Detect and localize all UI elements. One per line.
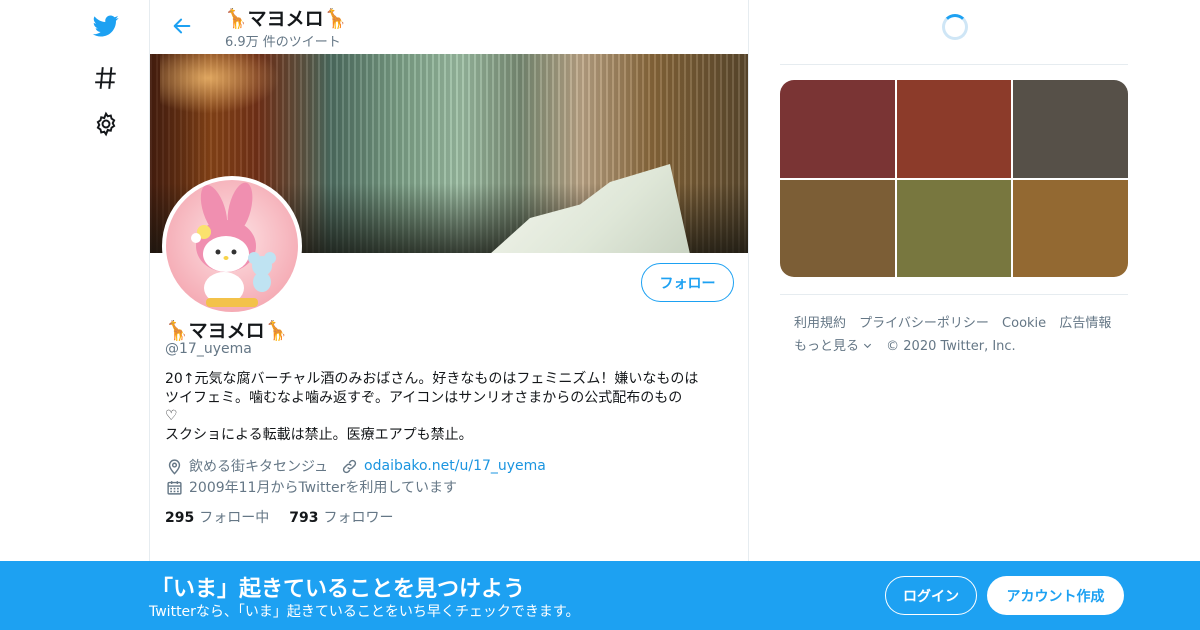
avatar-image bbox=[166, 180, 298, 312]
header-display-name: 🦒マヨメロ🦒 bbox=[224, 8, 348, 30]
signup-banner-title: 「いま」起きていることを見つけよう bbox=[151, 577, 526, 602]
footer-link-cookie[interactable]: Cookie bbox=[1002, 316, 1046, 331]
back-button[interactable] bbox=[168, 12, 196, 40]
right-sidebar: 利用規約 プライバシーポリシー Cookie 広告情報 もっと見る © 2020… bbox=[780, 0, 1128, 560]
login-button[interactable]: ログイン bbox=[885, 576, 977, 615]
followers-label: フォロワー bbox=[323, 510, 394, 526]
banner-light bbox=[160, 54, 280, 114]
signup-banner-subtitle: Twitterなら、「いま」起きていることをいち早くチェックできます。 bbox=[149, 604, 580, 620]
media-thumbnail[interactable] bbox=[1013, 179, 1128, 277]
profile-meta-row: 飲める街キタセンジュ odaibako.net/u/17_uyema bbox=[165, 456, 546, 476]
footer-more-button[interactable]: もっと見る bbox=[794, 339, 873, 354]
bio-line: スクショによる転載は禁止。医療エアプも禁止。 bbox=[165, 426, 473, 443]
followers-stat[interactable]: 793 フォロワー bbox=[289, 507, 393, 527]
following-stat[interactable]: 295 フォロー中 bbox=[165, 507, 269, 527]
left-nav bbox=[80, 0, 132, 630]
signup-button[interactable]: アカウント作成 bbox=[987, 576, 1124, 615]
following-count: 295 bbox=[165, 510, 195, 526]
twitter-logo-icon[interactable] bbox=[86, 6, 126, 46]
profile-joined-row: 2009年11月からTwitterを利用しています bbox=[165, 477, 457, 497]
media-grid bbox=[780, 80, 1128, 277]
media-thumbnail[interactable] bbox=[780, 179, 895, 277]
follow-button[interactable]: フォロー bbox=[641, 263, 734, 302]
footer-more-label: もっと見る bbox=[794, 339, 860, 354]
media-thumbnail[interactable] bbox=[896, 179, 1012, 277]
footer-link-ads[interactable]: 広告情報 bbox=[1059, 316, 1111, 331]
media-thumbnail[interactable] bbox=[780, 80, 895, 178]
signup-banner: 「いま」起きていることを見つけよう Twitterなら、「いま」起きていることを… bbox=[0, 561, 1200, 630]
media-thumbnail[interactable] bbox=[1013, 80, 1128, 178]
followers-count: 793 bbox=[289, 510, 319, 526]
footer-copyright: © 2020 Twitter, Inc. bbox=[886, 339, 1016, 354]
footer-link-terms[interactable]: 利用規約 bbox=[794, 316, 846, 331]
header-tweet-count: 6.9万 件のツイート bbox=[225, 35, 341, 50]
profile-column: 🦒マヨメロ🦒 6.9万 件のツイート フォロー 🦒マヨメロ🦒 @17_uyema… bbox=[149, 0, 749, 630]
chevron-down-icon bbox=[863, 343, 872, 349]
calendar-icon bbox=[165, 478, 183, 496]
hashtag-icon[interactable] bbox=[86, 58, 126, 98]
location-pin-icon bbox=[165, 457, 183, 475]
link-icon bbox=[340, 457, 358, 475]
footer-links: 利用規約 プライバシーポリシー Cookie 広告情報 もっと見る © 2020… bbox=[794, 312, 1124, 358]
divider bbox=[780, 294, 1128, 295]
arrow-left-icon bbox=[173, 18, 191, 34]
profile-joined-date: 2009年11月からTwitterを利用しています bbox=[189, 480, 457, 496]
profile-header: 🦒マヨメロ🦒 6.9万 件のツイート bbox=[150, 0, 748, 53]
gear-icon[interactable] bbox=[86, 104, 126, 144]
profile-website-link[interactable]: odaibako.net/u/17_uyema bbox=[364, 458, 546, 474]
loading-spinner-icon bbox=[942, 14, 968, 40]
profile-stats: 295 フォロー中 793 フォロワー bbox=[165, 507, 413, 527]
divider bbox=[780, 64, 1128, 65]
profile-bio: 20↑元気な腐バーチャル酒のみおばさん。好きなものはフェミニズム！嫌いなものは … bbox=[165, 370, 740, 444]
profile-location: 飲める街キタセンジュ bbox=[189, 459, 329, 475]
profile-avatar[interactable] bbox=[162, 176, 302, 316]
media-thumbnail[interactable] bbox=[896, 80, 1012, 178]
profile-display-name: 🦒マヨメロ🦒 bbox=[165, 320, 289, 342]
following-label: フォロー中 bbox=[199, 510, 270, 526]
bio-line: ツイフェミ。噛むなよ噛み返すぞ。アイコンはサンリオさまからの公式配布のもの bbox=[165, 389, 683, 406]
profile-handle: @17_uyema bbox=[165, 341, 252, 357]
bio-line: 20↑元気な腐バーチャル酒のみおばさん。好きなものはフェミニズム！嫌いなものは bbox=[165, 371, 699, 387]
bio-line: ♡ bbox=[165, 408, 178, 424]
footer-link-privacy[interactable]: プライバシーポリシー bbox=[859, 316, 989, 331]
